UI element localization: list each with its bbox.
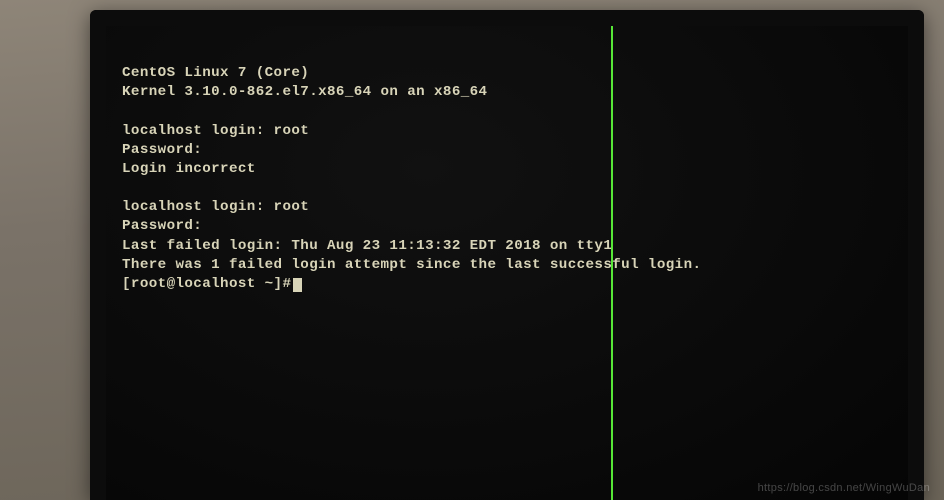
login-prompt-2: localhost login: root bbox=[122, 198, 892, 217]
password-prompt-2: Password: bbox=[122, 217, 892, 236]
kernel-banner: Kernel 3.10.0-862.el7.x86_64 on an x86_6… bbox=[122, 83, 892, 102]
login-prompt-1: localhost login: root bbox=[122, 122, 892, 141]
failed-attempt-count: There was 1 failed login attempt since t… bbox=[122, 256, 892, 275]
monitor-bezel: CentOS Linux 7 (Core) Kernel 3.10.0-862.… bbox=[90, 10, 924, 500]
terminal-screen[interactable]: CentOS Linux 7 (Core) Kernel 3.10.0-862.… bbox=[106, 26, 908, 500]
password-prompt-1: Password: bbox=[122, 141, 892, 160]
shell-prompt[interactable]: [root@localhost ~]# bbox=[122, 275, 892, 294]
last-failed-login: Last failed login: Thu Aug 23 11:13:32 E… bbox=[122, 237, 892, 256]
shell-prompt-text: [root@localhost ~]# bbox=[122, 276, 291, 292]
blank-line bbox=[122, 179, 892, 198]
blank-line bbox=[122, 102, 892, 121]
os-banner: CentOS Linux 7 (Core) bbox=[122, 64, 892, 83]
text-cursor-icon bbox=[293, 278, 302, 292]
watermark-text: https://blog.csdn.net/WingWuDan bbox=[758, 482, 930, 494]
login-result-1: Login incorrect bbox=[122, 160, 892, 179]
